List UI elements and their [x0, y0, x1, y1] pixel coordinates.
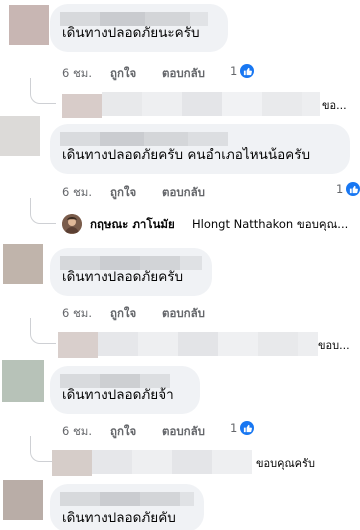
reply-button[interactable]: ตอบกลับ: [162, 423, 205, 441]
reply-preview-row[interactable]: ขอ...: [0, 78, 360, 118]
like-button[interactable]: ถูกใจ: [110, 65, 136, 83]
reply-preview-row[interactable]: ขอบคุณครับ: [0, 436, 360, 476]
reaction-count: 1: [336, 182, 344, 196]
comment-1: เดินทางปลอดภัยนะครับ 6 ชม. ถูกใจ ตอบกลับ…: [0, 0, 360, 118]
reply-text-blurred: [92, 450, 252, 474]
avatar[interactable]: [9, 5, 49, 45]
reply-author-avatar[interactable]: [62, 214, 82, 234]
reply-avatar-blurred[interactable]: [52, 450, 92, 476]
comment-5: เดินทางปลอดภัยคับ: [0, 478, 360, 530]
reply-text-blurred: [102, 92, 320, 116]
comment-bubble: เดินทางปลอดภัยครับ คนอำเภอไหนน้อครับ: [50, 124, 350, 174]
reply-button[interactable]: ตอบกลับ: [162, 65, 205, 83]
reply-button[interactable]: ตอบกลับ: [162, 305, 205, 323]
comment-bubble: เดินทางปลอดภัยนะครับ: [50, 4, 228, 52]
author-name-blurred[interactable]: [60, 492, 194, 506]
thread-connector: [30, 318, 56, 344]
thread-connector: [30, 78, 56, 104]
like-button[interactable]: ถูกใจ: [110, 305, 136, 323]
comment-actions: 6 ชม. ถูกใจ ตอบกลับ: [62, 184, 262, 200]
thread-connector: [30, 198, 56, 224]
comment-3: เดินทางปลอดภัยครับ 6 ชม. ถูกใจ ตอบกลับ ข…: [0, 242, 360, 358]
timestamp[interactable]: 6 ชม.: [62, 184, 92, 202]
comment-text: เดินทางปลอดภัยนะครับ: [62, 25, 200, 41]
like-icon: [346, 182, 360, 196]
timestamp[interactable]: 6 ชม.: [62, 423, 92, 441]
reaction-summary[interactable]: 1: [230, 64, 255, 78]
reply-avatar-blurred[interactable]: [58, 332, 98, 358]
reply-preview-row[interactable]: ขอบ...: [0, 318, 360, 358]
reply-button[interactable]: ตอบกลับ: [162, 184, 205, 202]
avatar[interactable]: [2, 360, 44, 402]
reaction-count: 1: [230, 421, 238, 435]
comment-text: เดินทางปลอดภัยครับ คนอำเภอไหนน้อครับ: [62, 147, 311, 163]
avatar[interactable]: [3, 244, 43, 284]
reply-preview-text: ขอบ...: [318, 339, 350, 352]
reply-preview-text: Hlongt Natthakon ขอบคุณ...: [192, 217, 349, 231]
comment-text: เดินทางปลอดภัยคับ: [62, 510, 176, 526]
comment-text: เดินทางปลอดภัยจ้า: [62, 387, 174, 403]
comment-4: เดินทางปลอดภัยจ้า 6 ชม. ถูกใจ ตอบกลับ 1 …: [0, 360, 360, 478]
reply-text-blurred: [98, 332, 318, 356]
timestamp[interactable]: 6 ชม.: [62, 65, 92, 83]
reaction-summary[interactable]: 1: [230, 421, 255, 435]
avatar[interactable]: [0, 116, 40, 156]
reaction-count: 1: [230, 64, 238, 78]
comment-bubble: เดินทางปลอดภัยคับ: [50, 484, 204, 530]
reply-avatar-blurred[interactable]: [62, 94, 102, 118]
comment-actions: 6 ชม. ถูกใจ ตอบกลับ: [62, 305, 262, 321]
timestamp[interactable]: 6 ชม.: [62, 305, 92, 323]
reaction-summary[interactable]: 1: [336, 182, 360, 196]
like-icon: [240, 64, 255, 78]
like-button[interactable]: ถูกใจ: [110, 184, 136, 202]
reply-author-name[interactable]: กฤษณะ ภาโนมัย: [90, 216, 175, 234]
reply-preview-text: ขอ...: [322, 99, 347, 112]
reply-preview-text: ขอบคุณครับ: [256, 457, 315, 470]
comment-2: เดินทางปลอดภัยครับ คนอำเภอไหนน้อครับ 6 ช…: [0, 116, 360, 238]
avatar[interactable]: [3, 480, 43, 520]
comment-bubble: เดินทางปลอดภัยจ้า: [50, 366, 200, 414]
like-button[interactable]: ถูกใจ: [110, 423, 136, 441]
reply-preview-row[interactable]: กฤษณะ ภาโนมัย Hlongt Natthakon ขอบคุณ...: [0, 198, 360, 236]
comment-text: เดินทางปลอดภัยครับ: [62, 269, 184, 285]
comment-bubble: เดินทางปลอดภัยครับ: [50, 248, 212, 296]
like-icon: [240, 421, 255, 435]
